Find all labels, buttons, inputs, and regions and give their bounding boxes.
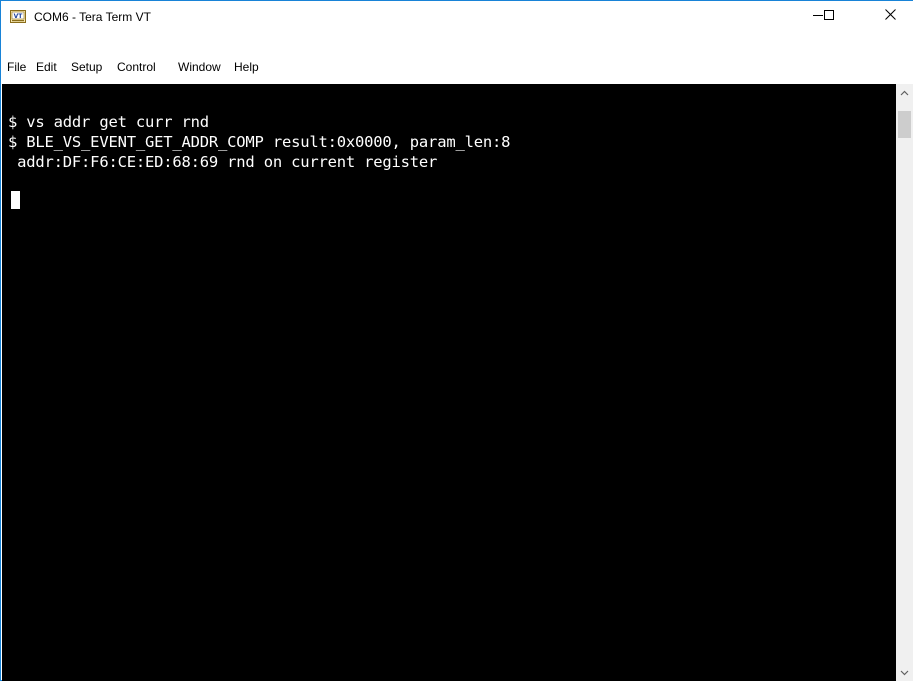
app-icon-text: VT — [14, 13, 24, 20]
close-button[interactable] — [867, 1, 913, 31]
close-icon — [884, 7, 896, 25]
menu-edit[interactable]: Edit — [36, 59, 57, 75]
terminal-screen[interactable]: $ vs addr get curr rnd $ BLE_VS_EVENT_GE… — [2, 84, 896, 681]
tera-term-window: VT COM6 - Tera Term VT File Edit Setup C… — [0, 0, 913, 681]
menu-bar: File Edit Setup Control Window Help — [1, 54, 913, 78]
maximize-icon — [824, 7, 834, 25]
tera-term-vt-icon[interactable]: VT — [10, 10, 26, 23]
menu-help[interactable]: Help — [234, 59, 259, 75]
terminal-line: $ BLE_VS_EVENT_GET_ADDR_COMP result:0x00… — [8, 133, 511, 151]
scroll-down-arrow-icon[interactable] — [896, 664, 913, 681]
vertical-scrollbar[interactable] — [896, 84, 913, 681]
menu-file[interactable]: File — [7, 59, 26, 75]
menu-control[interactable]: Control — [117, 59, 156, 75]
title-bar[interactable]: VT COM6 - Tera Term VT — [1, 1, 913, 33]
menu-setup[interactable]: Setup — [71, 59, 102, 75]
window-title: COM6 - Tera Term VT — [34, 10, 151, 24]
scrollbar-thumb[interactable] — [898, 111, 911, 138]
scroll-up-arrow-icon[interactable] — [896, 84, 913, 101]
menu-window[interactable]: Window — [178, 59, 221, 75]
terminal-cursor — [11, 191, 20, 209]
maximize-button[interactable] — [806, 1, 852, 31]
terminal-line: $ vs addr get curr rnd — [8, 113, 209, 131]
terminal-line: addr:DF:F6:CE:ED:68:69 rnd on current re… — [8, 153, 438, 171]
